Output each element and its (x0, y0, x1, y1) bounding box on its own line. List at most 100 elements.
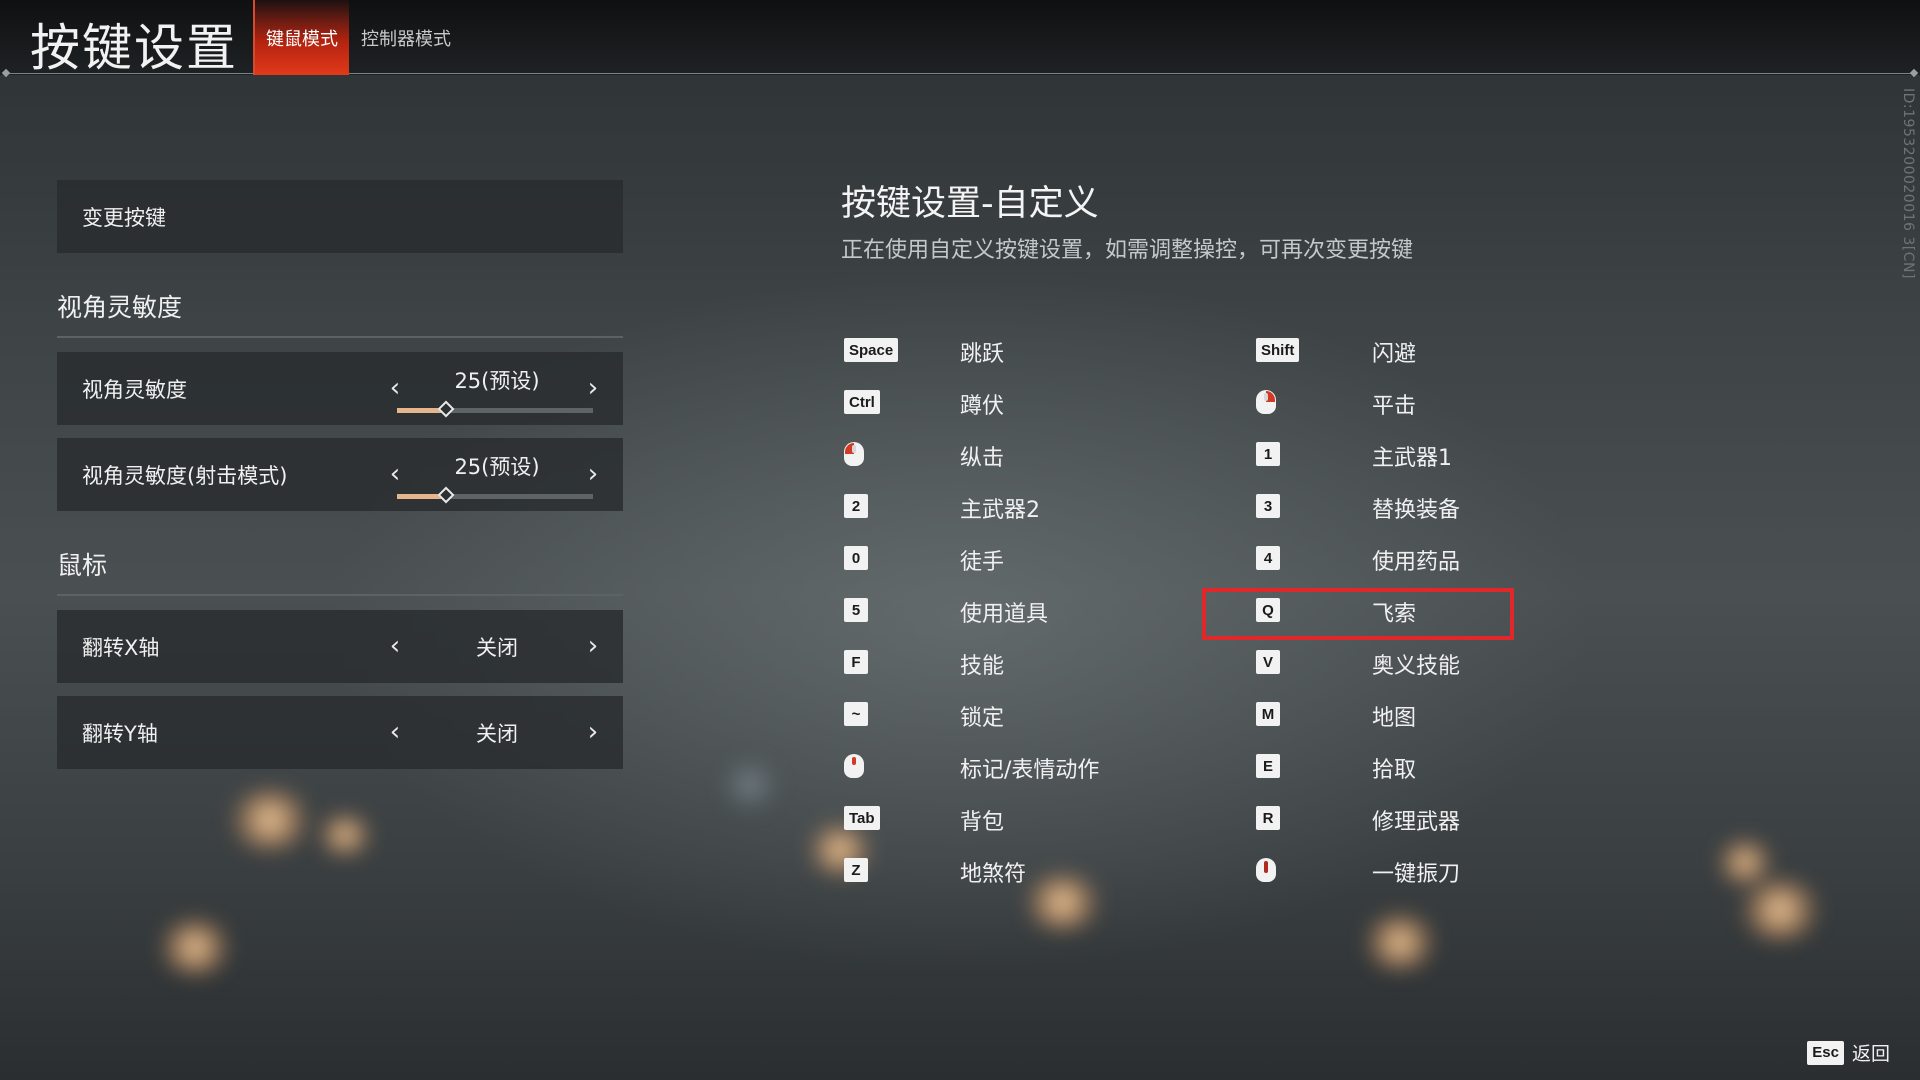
keycap-icon: 1 (1256, 442, 1280, 466)
keycap-icon: 4 (1256, 546, 1280, 570)
lantern-decoration (1360, 915, 1440, 970)
key-binding-key: 1 (1256, 428, 1280, 480)
keycap-icon: F (844, 650, 868, 674)
chevron-right-icon[interactable]: › (578, 456, 608, 492)
keycap-icon: Tab (844, 806, 880, 830)
chevron-left-icon[interactable]: ‹ (380, 628, 410, 664)
bindings-subtitle: 正在使用自定义按键设置，如需调整操控，可再次变更按键 (841, 238, 1414, 263)
key-binding-action[interactable]: 修理武器 (1372, 804, 1460, 836)
key-binding-action[interactable]: 使用道具 (960, 596, 1048, 628)
key-binding-action[interactable]: 奥义技能 (1372, 648, 1460, 680)
setting-value: 关闭 (476, 721, 518, 746)
build-id: ID:1953200020016 3[CN] (1900, 88, 1916, 279)
chevron-left-icon[interactable]: ‹ (380, 714, 410, 750)
keycap-icon: Z (844, 858, 868, 882)
setting-row-invert-x[interactable]: 翻转X轴 ‹ 关闭 › (57, 610, 623, 683)
key-binding-action[interactable]: 拾取 (1372, 752, 1416, 784)
key-binding-key (1256, 376, 1276, 428)
keycap-icon: V (1256, 650, 1280, 674)
back-label: 返回 (1851, 1043, 1890, 1065)
mouse-left-click-icon (844, 442, 864, 466)
keycap-icon: 3 (1256, 494, 1280, 518)
page-title: 按键设置 (30, 19, 238, 77)
key-binding-key: Shift (1256, 324, 1300, 376)
keycap-icon: 5 (844, 598, 868, 622)
key-binding-key: Space (844, 324, 899, 376)
key-binding-action[interactable]: 纵击 (960, 440, 1004, 472)
keycap-icon: 2 (844, 494, 868, 518)
setting-value: 关闭 (476, 635, 518, 660)
key-binding-action[interactable]: 技能 (960, 648, 1004, 680)
lantern-decoration (315, 815, 375, 855)
key-binding-action[interactable]: 跳跃 (960, 336, 1004, 368)
change-keys-button[interactable]: 变更按键 (57, 180, 623, 253)
bindings-title: 按键设置-自定义 (841, 184, 1099, 224)
key-binding-key: F (844, 636, 868, 688)
chevron-right-icon[interactable]: › (578, 628, 608, 664)
chevron-left-icon[interactable]: ‹ (380, 370, 410, 406)
lantern-decoration (1715, 840, 1775, 885)
key-binding-action[interactable]: 徒手 (960, 544, 1004, 576)
setting-value: 25(预设) (454, 369, 540, 393)
key-binding-key: V (1256, 636, 1280, 688)
key-binding-action[interactable]: 闪避 (1372, 336, 1416, 368)
key-binding-action[interactable]: 锁定 (960, 700, 1004, 732)
key-binding-action[interactable]: 主武器2 (960, 492, 1040, 524)
lantern-decoration (720, 760, 780, 810)
section-divider (57, 336, 623, 338)
key-binding-action[interactable]: 平击 (1372, 388, 1416, 420)
key-binding-action[interactable]: 主武器1 (1372, 440, 1452, 472)
key-binding-key: R (1256, 792, 1280, 844)
key-binding-action[interactable]: 蹲伏 (960, 388, 1004, 420)
key-binding-key: 0 (844, 532, 868, 584)
section-title-sensitivity: 视角灵敏度 (57, 293, 183, 322)
key-binding-action[interactable]: 地煞符 (960, 856, 1026, 888)
key-binding-action[interactable]: 飞索 (1372, 596, 1416, 628)
keycap-icon: R (1256, 806, 1280, 830)
lantern-decoration (1735, 880, 1825, 940)
setting-row-sensitivity[interactable]: 视角灵敏度 ‹ 25(预设) › (57, 352, 623, 425)
key-binding-key (844, 740, 864, 792)
tab-keyboard-mouse[interactable]: 键鼠模式 (253, 0, 349, 75)
key-binding-key: Z (844, 844, 868, 896)
keycap-icon: Q (1256, 598, 1280, 622)
mouse-scroll-click-icon (1256, 858, 1276, 882)
key-binding-key (844, 428, 864, 480)
key-binding-action[interactable]: 替换装备 (1372, 492, 1460, 524)
keycap-icon: E (1256, 754, 1280, 778)
key-binding-action[interactable]: 地图 (1372, 700, 1416, 732)
keycap-icon: Ctrl (844, 390, 880, 414)
setting-label: 视角灵敏度 (82, 377, 187, 402)
section-divider (57, 594, 623, 596)
chevron-right-icon[interactable]: › (578, 714, 608, 750)
keycap-icon: 0 (844, 546, 868, 570)
setting-row-invert-y[interactable]: 翻转Y轴 ‹ 关闭 › (57, 696, 623, 769)
highlight-box (1202, 588, 1514, 640)
sensitivity-shooting-slider[interactable] (397, 486, 593, 504)
key-binding-action[interactable]: 背包 (960, 804, 1004, 836)
key-binding-key: ~ (844, 688, 868, 740)
key-binding-action[interactable]: 使用药品 (1372, 544, 1460, 576)
key-binding-key: 4 (1256, 532, 1280, 584)
back-button[interactable]: Esc 返回 (1807, 1039, 1890, 1066)
key-binding-action[interactable]: 标记/表情动作 (960, 752, 1099, 784)
tab-controller[interactable]: 控制器模式 (356, 0, 456, 75)
mouse-right-click-icon (1256, 390, 1276, 414)
chevron-right-icon[interactable]: › (578, 370, 608, 406)
mouse-middle-click-icon (844, 754, 864, 778)
keycap-icon: M (1256, 702, 1280, 726)
key-binding-action[interactable]: 一键振刀 (1372, 856, 1460, 888)
setting-label: 翻转Y轴 (82, 721, 158, 746)
key-binding-key: 2 (844, 480, 868, 532)
setting-label: 视角灵敏度(射击模式) (82, 463, 288, 488)
setting-row-sensitivity-shooting[interactable]: 视角灵敏度(射击模式) ‹ 25(预设) › (57, 438, 623, 511)
setting-label: 翻转X轴 (82, 635, 160, 660)
keycap-icon: Space (844, 338, 899, 362)
key-binding-key: 5 (844, 584, 868, 636)
key-binding-key: Ctrl (844, 376, 880, 428)
esc-key-icon: Esc (1807, 1040, 1844, 1065)
key-binding-key: E (1256, 740, 1280, 792)
sensitivity-slider[interactable] (397, 400, 593, 418)
setting-value: 25(预设) (454, 455, 540, 479)
chevron-left-icon[interactable]: ‹ (380, 456, 410, 492)
